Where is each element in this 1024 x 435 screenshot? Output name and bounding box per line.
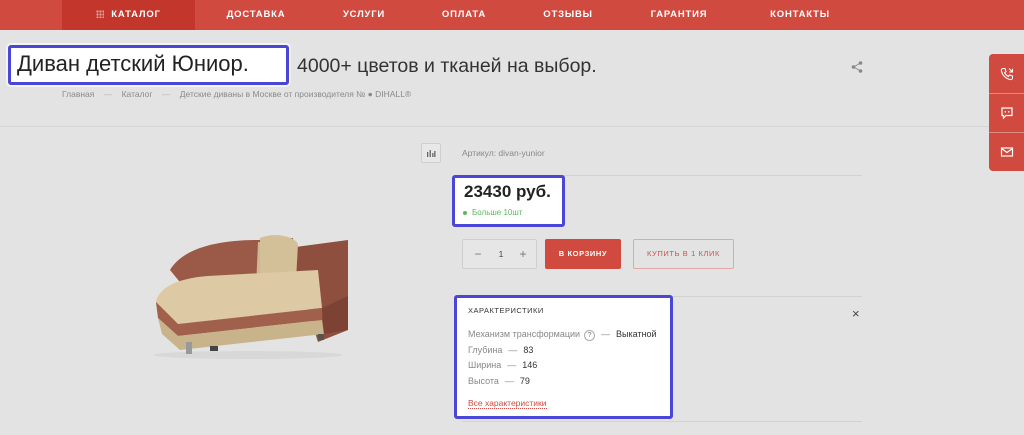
quantity-increase-button[interactable]: + [512,240,534,268]
breadcrumb: Главная — Каталог — Детские диваны в Мос… [62,89,411,99]
nav-item-label: КАТАЛОГ [111,9,161,20]
breadcrumb-current[interactable]: Детские диваны в Москве от производителя… [180,89,411,99]
characteristic-name: Ширина [468,360,502,370]
chat-icon [1000,106,1013,119]
breadcrumb-home[interactable]: Главная [62,89,94,99]
all-characteristics-link[interactable]: Все характеристики [468,398,547,409]
stock-indicator-icon [463,211,467,215]
header-divider [0,126,1024,127]
breadcrumb-catalog[interactable]: Каталог [122,89,153,99]
characteristic-dash: — [508,345,518,355]
characteristic-row: Механизм трансформации? — Выкатной [468,329,657,341]
nav-item-reviews[interactable]: ОТЗЫВЫ [532,0,604,30]
product-price: 23430 руб. [464,182,551,201]
nav-item-delivery[interactable]: ДОСТАВКА [213,0,299,30]
nav-item-payment[interactable]: ОПЛАТА [430,0,498,30]
stock-status: Больше 10шт [472,208,523,217]
characteristic-value: 83 [523,345,534,355]
nav-item-warranty[interactable]: ГАРАНТИЯ [638,0,720,30]
quantity-stepper: − 1 + [462,239,537,269]
close-icon[interactable]: × [852,306,860,321]
page-title-suffix: 4000+ цветов и тканей на выбор. [297,55,597,77]
callback-button[interactable] [989,54,1024,93]
divider-line [462,421,862,422]
quantity-value[interactable]: 1 [491,240,511,268]
bar-chart-icon [427,150,436,157]
product-article: Артикул: divan-yunior [462,148,545,158]
buy-one-click-button[interactable]: КУПИТЬ В 1 КЛИК [633,239,734,269]
characteristic-name: Высота [468,376,499,386]
phone-callback-icon [1000,67,1013,80]
help-icon[interactable]: ? [584,330,596,341]
characteristic-row: Ширина — 146 [468,360,537,370]
share-icon[interactable] [850,60,864,74]
quantity-decrease-button[interactable]: − [467,240,489,268]
nav-item-services[interactable]: УСЛУГИ [330,0,398,30]
characteristic-value: 79 [519,376,530,386]
compare-button[interactable] [421,143,441,163]
characteristic-row: Глубина — 83 [468,345,533,355]
characteristic-name: Глубина [468,345,503,355]
nav-item-contacts[interactable]: КОНТАКТЫ [758,0,842,30]
characteristic-value: 146 [522,360,538,370]
mail-icon [1000,146,1013,157]
top-navigation: КАТАЛОГ ДОСТАВКА УСЛУГИ ОПЛАТА ОТЗЫВЫ ГА… [0,0,1024,30]
characteristic-dash: — [504,376,514,386]
characteristic-dash: — [601,329,611,339]
mail-button[interactable] [989,132,1024,171]
characteristic-dash: — [507,360,517,370]
nav-item-catalog[interactable]: КАТАЛОГ [62,0,195,30]
page-title: Диван детский Юниор. [17,51,249,76]
product-image [153,235,348,359]
side-contact-panel [989,54,1024,171]
characteristic-value: Выкатной [616,329,657,339]
characteristic-row: Высота — 79 [468,376,530,386]
grid-icon [96,9,105,18]
breadcrumb-separator: — [103,89,113,99]
breadcrumb-separator: — [161,89,171,99]
characteristics-title: ХАРАКТЕРИСТИКИ [468,306,544,315]
chat-button[interactable] [989,93,1024,132]
add-to-cart-button[interactable]: В КОРЗИНУ [545,239,621,269]
characteristic-name: Механизм трансформации [468,329,581,339]
